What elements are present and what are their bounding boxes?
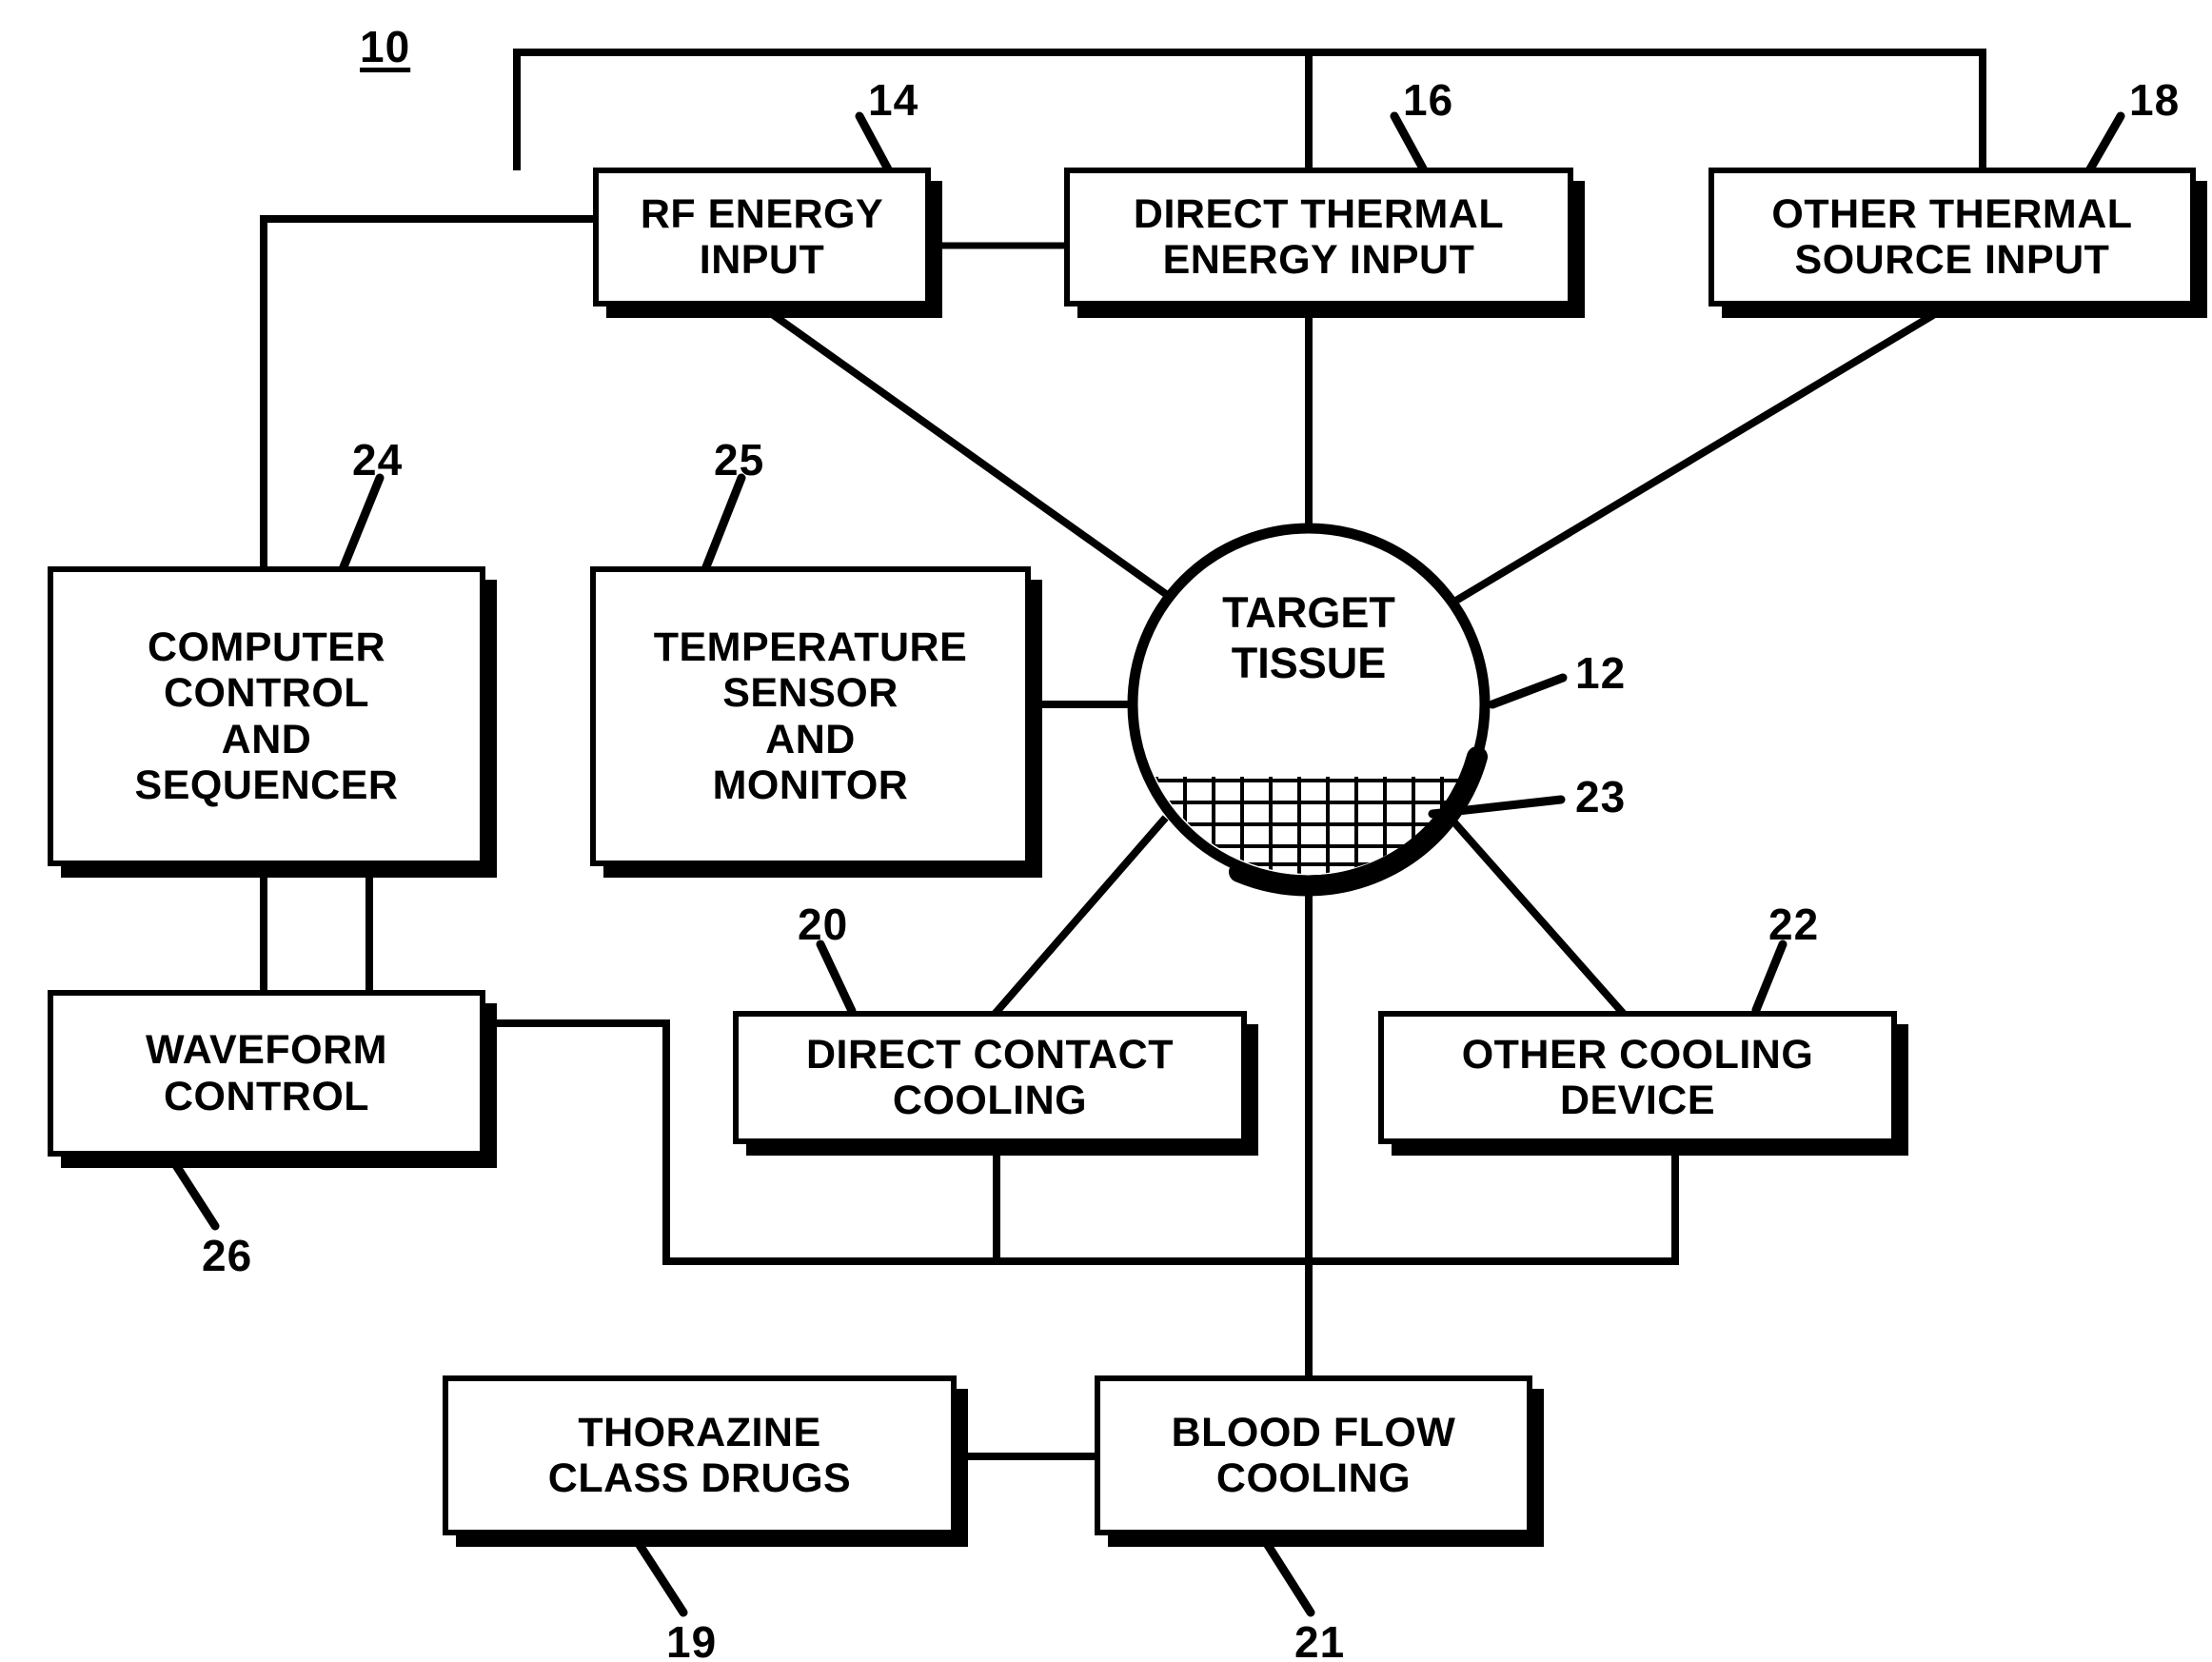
- leader-19: [633, 1537, 688, 1617]
- refnum-20: 20: [798, 900, 849, 949]
- refnum-21: 21: [1294, 1617, 1346, 1662]
- refnum-12: 12: [1575, 648, 1627, 698]
- refnum-23: 23: [1575, 772, 1627, 821]
- node-waveform-control-line-2: CONTROL: [163, 1073, 370, 1119]
- node-blood-flow-cooling-line-1: BLOOD FLOW: [1171, 1409, 1456, 1455]
- line-rf-to-tissue: [756, 301, 1169, 598]
- node-other-cooling-device[interactable]: OTHER COOLING DEVICE: [1378, 1011, 1897, 1144]
- node-direct-contact-cooling-line-2: COOLING: [892, 1078, 1088, 1123]
- node-temperature-sensor-and-monitor[interactable]: TEMPERATURE SENSOR AND MONITOR: [590, 566, 1031, 866]
- refnum-14: 14: [868, 75, 919, 125]
- refnum-26: 26: [202, 1231, 253, 1280]
- node-blood-flow-cooling-line-2: COOLING: [1215, 1455, 1412, 1501]
- node-computer-control-line-1: COMPUTER: [147, 624, 386, 671]
- node-thorazine-class-drugs-line-1: THORAZINE: [578, 1409, 821, 1455]
- leader-12: [1488, 673, 1568, 709]
- leader-26: [166, 1152, 220, 1231]
- node-direct-contact-cooling-line-1: DIRECT CONTACT: [805, 1031, 1174, 1078]
- node-rf-energy-input-line-1: RF ENERGY: [640, 190, 884, 237]
- node-waveform-control-line-1: WAVEFORM: [145, 1027, 388, 1074]
- node-thorazine-class-drugs[interactable]: THORAZINE CLASS DRUGS: [443, 1375, 957, 1535]
- node-direct-contact-cooling[interactable]: DIRECT CONTACT COOLING: [733, 1011, 1247, 1144]
- node-other-cooling-device-line-1: OTHER COOLING: [1461, 1031, 1814, 1078]
- line-other-thermal-to-tissue: [1449, 301, 1953, 607]
- refnum-18: 18: [2129, 75, 2181, 125]
- node-computer-control-and-sequencer[interactable]: COMPUTER CONTROL AND SEQUENCER: [48, 566, 485, 866]
- refnum-19: 19: [666, 1617, 718, 1662]
- node-temperature-sensor-line-4: MONITOR: [712, 762, 909, 808]
- node-temperature-sensor-line-3: AND: [765, 716, 856, 762]
- node-rf-energy-input-line-2: INPUT: [699, 237, 825, 283]
- node-other-cooling-device-line-2: DEVICE: [1559, 1078, 1716, 1123]
- node-other-thermal-source-input-line-1: OTHER THERMAL: [1771, 190, 2133, 237]
- node-blood-flow-cooling[interactable]: BLOOD FLOW COOLING: [1095, 1375, 1532, 1535]
- line-rf-to-computer-control: [260, 215, 599, 570]
- node-computer-control-line-4: SEQUENCER: [134, 762, 399, 808]
- node-other-thermal-source-input[interactable]: OTHER THERMAL SOURCE INPUT: [1708, 168, 2196, 307]
- node-temperature-sensor-line-2: SENSOR: [722, 670, 899, 717]
- node-rf-energy-input[interactable]: RF ENERGY INPUT: [593, 168, 931, 307]
- node-computer-control-line-2: CONTROL: [163, 670, 370, 717]
- patent-figure-canvas: RF ENERGY INPUT DIRECT THERMAL ENERGY IN…: [0, 0, 2212, 1662]
- node-waveform-control[interactable]: WAVEFORM CONTROL: [48, 990, 485, 1157]
- node-temperature-sensor-line-1: TEMPERATURE: [653, 624, 968, 671]
- leader-22: [1751, 940, 1787, 1015]
- leader-20: [816, 940, 857, 1016]
- node-thorazine-class-drugs-line-2: CLASS DRUGS: [547, 1455, 852, 1501]
- node-other-thermal-source-input-line-2: SOURCE INPUT: [1794, 237, 2110, 283]
- node-direct-thermal-energy-input[interactable]: DIRECT THERMAL ENERGY INPUT: [1064, 168, 1573, 307]
- refnum-25: 25: [714, 435, 765, 485]
- node-computer-control-line-3: AND: [221, 716, 312, 762]
- leader-25: [701, 473, 746, 574]
- refnum-16: 16: [1403, 75, 1454, 125]
- refnum-10: 10: [360, 22, 411, 71]
- refnum-22: 22: [1768, 900, 1820, 949]
- leader-24: [338, 473, 385, 574]
- node-direct-thermal-energy-input-line-1: DIRECT THERMAL: [1133, 190, 1505, 237]
- line-tissue-to-other-cooling: [1441, 808, 1628, 1018]
- refnum-24: 24: [352, 435, 404, 485]
- leader-21: [1261, 1537, 1315, 1617]
- node-direct-thermal-energy-input-line-2: ENERGY INPUT: [1162, 237, 1475, 283]
